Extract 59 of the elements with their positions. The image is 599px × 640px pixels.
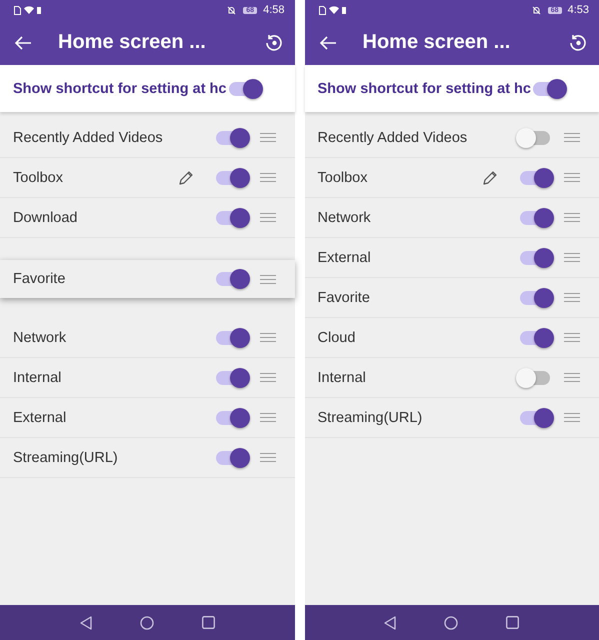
item-label: Download bbox=[13, 210, 78, 226]
drag-handle-icon[interactable] bbox=[564, 413, 580, 422]
drag-handle-icon[interactable] bbox=[260, 413, 276, 422]
screen-title: Home screen ... bbox=[58, 31, 207, 54]
battery-saver-icon bbox=[37, 6, 41, 14]
item-label: External bbox=[318, 250, 372, 266]
back-icon[interactable] bbox=[318, 36, 336, 50]
item-label: External bbox=[13, 410, 68, 426]
pencil-icon[interactable] bbox=[483, 170, 498, 185]
drag-handle-icon[interactable] bbox=[564, 333, 580, 342]
battery-saver-icon bbox=[342, 6, 346, 14]
item-label: Internal bbox=[13, 370, 62, 386]
screen-title: Home screen ... bbox=[362, 31, 512, 54]
drag-handle-icon[interactable] bbox=[260, 173, 276, 182]
drag-handle-icon[interactable] bbox=[260, 373, 276, 382]
item-label: Toolbox bbox=[13, 170, 64, 186]
back-icon[interactable] bbox=[14, 36, 32, 50]
item-label: Network bbox=[318, 210, 372, 226]
drag-handle-icon[interactable] bbox=[260, 274, 276, 284]
item-label: Streaming(URL) bbox=[318, 410, 424, 426]
bell-off-icon bbox=[532, 6, 541, 14]
drag-handle-icon[interactable] bbox=[260, 453, 276, 462]
item-label: Toolbox bbox=[318, 170, 368, 186]
item-label: Favorite bbox=[318, 290, 371, 306]
drag-handle-icon[interactable] bbox=[260, 133, 276, 142]
drag-handle-icon[interactable] bbox=[564, 253, 580, 262]
clock-time: 4:53 bbox=[568, 4, 589, 16]
item-label: Streaming(URL) bbox=[13, 450, 119, 466]
drag-handle-icon[interactable] bbox=[564, 133, 580, 142]
drag-handle-icon[interactable] bbox=[564, 293, 580, 302]
item-label: Network bbox=[13, 330, 68, 346]
back-nav-icon[interactable] bbox=[384, 616, 396, 630]
home-nav-icon[interactable] bbox=[140, 616, 154, 630]
clock-time: 4:58 bbox=[263, 4, 284, 16]
drag-handle-icon[interactable] bbox=[260, 213, 276, 222]
item-label: Internal bbox=[318, 370, 367, 386]
recents-nav-icon[interactable] bbox=[506, 616, 520, 629]
drag-handle-icon[interactable] bbox=[564, 373, 580, 382]
sim-icon bbox=[318, 6, 326, 14]
wifi-icon bbox=[24, 6, 34, 14]
wifi-icon bbox=[328, 6, 338, 14]
home-nav-icon[interactable] bbox=[444, 616, 458, 630]
pencil-icon[interactable] bbox=[178, 170, 194, 185]
dragged-list-item[interactable]: Favorite bbox=[0, 260, 294, 298]
reset-icon[interactable] bbox=[569, 34, 587, 52]
bell-off-icon bbox=[227, 6, 236, 14]
sim-icon bbox=[14, 6, 21, 14]
drag-handle-icon[interactable] bbox=[564, 173, 580, 182]
drag-handle-icon[interactable] bbox=[564, 213, 580, 222]
item-label: Recently Added Videos bbox=[13, 130, 164, 146]
item-label: Recently Added Videos bbox=[318, 130, 468, 146]
item-label: Favorite bbox=[13, 271, 66, 287]
back-nav-icon[interactable] bbox=[80, 616, 92, 630]
item-label: Cloud bbox=[318, 330, 356, 346]
setting-label: Show shortcut for setting at hc bbox=[13, 80, 228, 96]
reset-icon[interactable] bbox=[264, 34, 282, 52]
recents-nav-icon[interactable] bbox=[202, 616, 215, 629]
drag-handle-icon[interactable] bbox=[260, 333, 276, 342]
setting-label: Show shortcut for setting at hc bbox=[318, 80, 532, 96]
